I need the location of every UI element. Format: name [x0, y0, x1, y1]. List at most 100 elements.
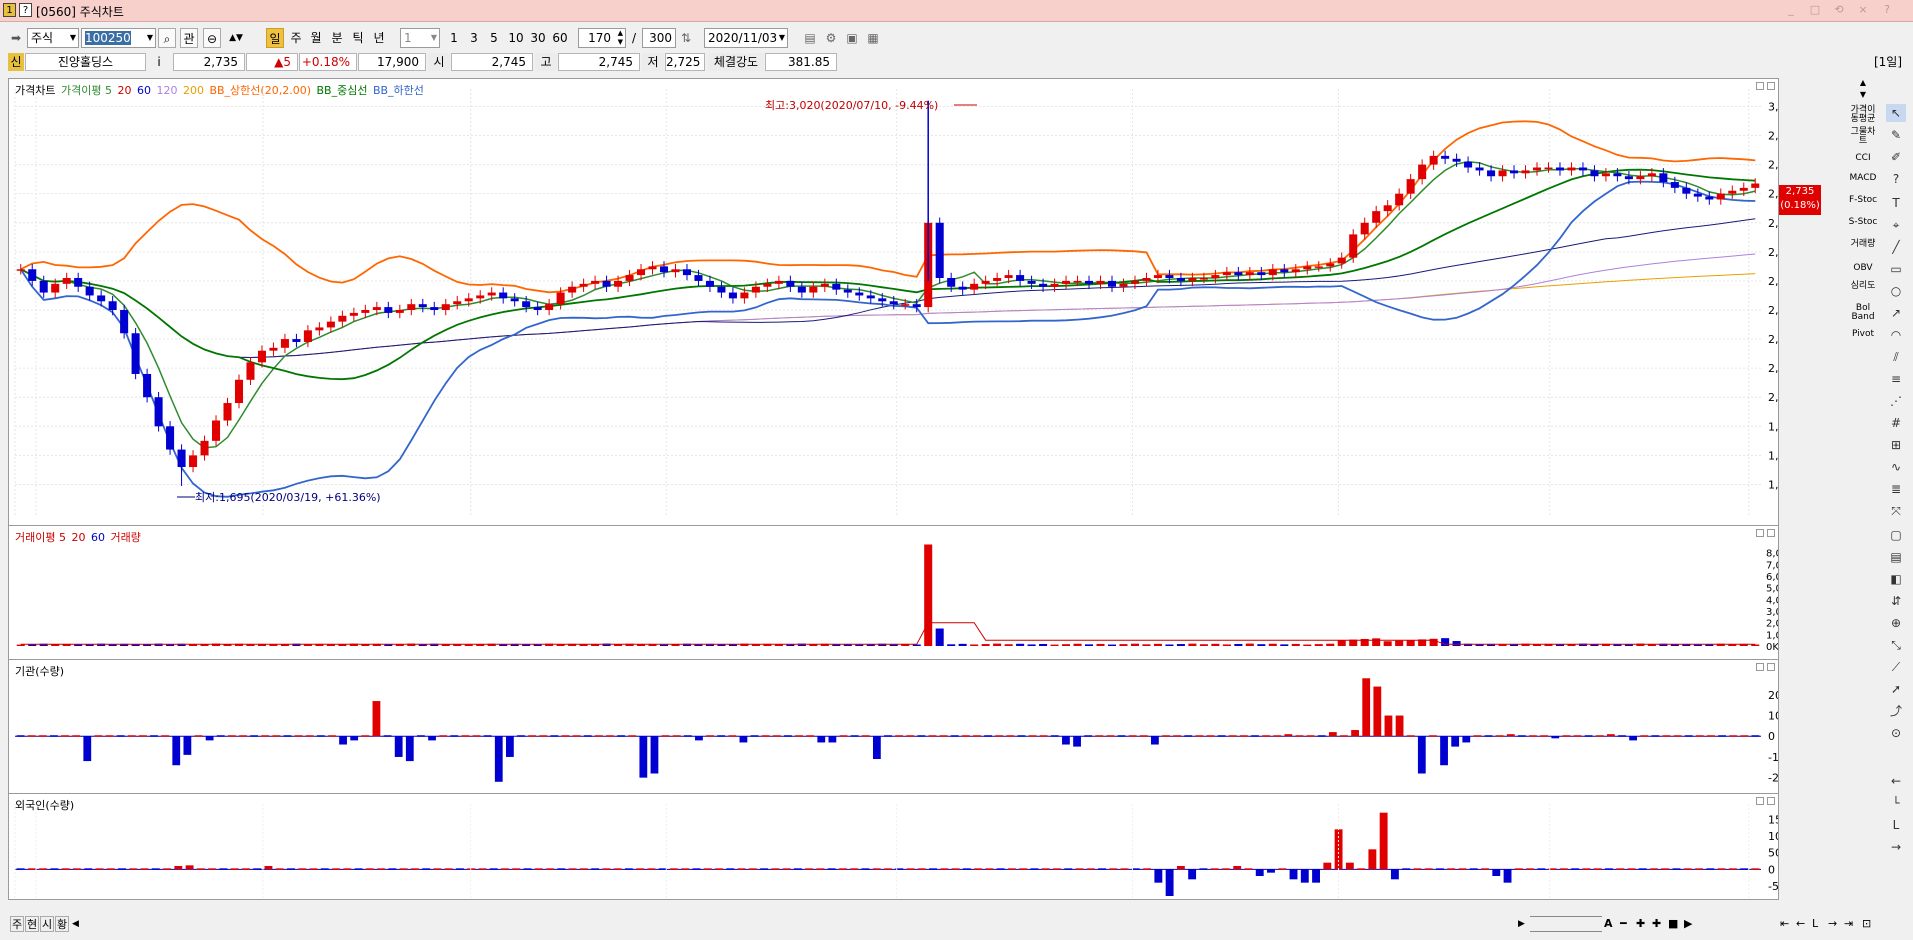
interval-3[interactable]: 3 — [466, 28, 482, 48]
indicator-bolband[interactable]: Bol Band — [1848, 304, 1878, 322]
scroll-down-icon[interactable]: ▼ — [1848, 90, 1878, 100]
forward-arrow-icon[interactable]: → — [1886, 838, 1906, 856]
eraser-icon[interactable]: ✎ — [1886, 126, 1906, 144]
scroll-icon[interactable]: ⊖ — [203, 28, 221, 48]
interval-5[interactable]: 5 — [486, 28, 502, 48]
period-button-tick[interactable]: 틱 — [349, 28, 367, 48]
total-count-field[interactable]: 300 — [642, 28, 676, 48]
gann-tool-icon[interactable]: ⊞ — [1886, 436, 1906, 454]
interval-60[interactable]: 60 — [550, 28, 570, 48]
fib-tool-icon[interactable]: ≡ — [1886, 370, 1906, 388]
interval-1[interactable]: 1 — [446, 28, 462, 48]
play-icon[interactable]: ▶ — [1684, 916, 1698, 932]
text-tool-icon[interactable]: T — [1886, 194, 1906, 212]
scale-icon[interactable]: ⤡ — [1886, 636, 1906, 654]
interval-select[interactable]: 1 ▼ — [400, 28, 440, 48]
print-icon[interactable]: ▤ — [801, 28, 819, 48]
tab-hwang[interactable]: 황 — [55, 916, 69, 932]
window-tool-icon[interactable]: ▢ — [1886, 526, 1906, 544]
spin-icon[interactable]: ▲ ▼ — [618, 29, 623, 47]
prev-icon[interactable]: ⇤ — [1780, 916, 1794, 932]
multi-eraser-icon[interactable]: ✐ — [1886, 148, 1906, 166]
info-button[interactable]: i — [150, 53, 168, 71]
close-button[interactable]: × — [1852, 2, 1874, 18]
cursor-icon[interactable]: ↖ — [1886, 104, 1906, 122]
crosshair-icon[interactable]: ⌖ — [1886, 216, 1906, 234]
foreign-panel[interactable]: 외국인(수량) 150,000100,00050,0000-50,000 — [8, 793, 1779, 900]
scroll-up-icon[interactable]: ▲ — [1848, 78, 1878, 88]
indicator-cci[interactable]: CCI — [1848, 154, 1878, 163]
scroll-right-icon[interactable]: ▶ — [1518, 916, 1528, 932]
font-size-icon[interactable]: A — [1604, 916, 1618, 932]
bottom-l-icon[interactable]: L — [1812, 916, 1826, 932]
horizontal-scrollbar[interactable] — [1530, 916, 1602, 932]
bottom-corner-icon[interactable]: L — [1886, 816, 1906, 834]
period-button-minute[interactable]: 분 — [328, 28, 346, 48]
window-help-button[interactable]: ? — [1876, 2, 1898, 18]
layout-icon[interactable]: ▦ — [864, 28, 882, 48]
link-icon[interactable]: ➡ — [6, 28, 26, 48]
indicator-pivot[interactable]: Pivot — [1848, 330, 1878, 339]
period-button-year[interactable]: 년 — [370, 28, 388, 48]
save-icon[interactable]: ▣ — [843, 28, 861, 48]
indicator-psych[interactable]: 심리도 — [1848, 282, 1878, 291]
trend-tool-icon[interactable]: ↗ — [1886, 304, 1906, 322]
stop-icon[interactable]: ■ — [1668, 916, 1682, 932]
volume-panel[interactable]: 거래이평 5 20 60 거래량 8,000K7,000K6,000K5,000… — [8, 525, 1779, 660]
memo-tool-icon[interactable]: ▤ — [1886, 548, 1906, 566]
search-icon[interactable]: ⌕ — [158, 28, 176, 48]
indicator-fstoc[interactable]: F-Stoc — [1848, 196, 1878, 205]
arrow-tool-icon[interactable]: ➚ — [1886, 680, 1906, 698]
curve-tool-icon[interactable]: ⤴ — [1886, 702, 1906, 720]
paint-tool-icon[interactable]: ◧ — [1886, 570, 1906, 588]
indicator-ma[interactable]: 가격이동평균 — [1848, 106, 1878, 124]
updown-stepper[interactable]: ▲▼ — [224, 28, 248, 48]
period-button-month[interactable]: 월 — [307, 28, 325, 48]
market-select[interactable]: 주식 ▼ — [27, 28, 79, 48]
tab-scroll-left-icon[interactable]: ◀ — [72, 916, 86, 932]
interval-30[interactable]: 30 — [528, 28, 548, 48]
zoom-in-icon[interactable]: ✚ — [1636, 916, 1650, 932]
back-arrow-icon[interactable]: ← — [1886, 772, 1906, 790]
period-button-day[interactable]: 일 — [266, 28, 284, 48]
indicator-net[interactable]: 그물차트 — [1848, 128, 1878, 146]
wave-tool-icon[interactable]: ∿ — [1886, 458, 1906, 476]
restore-button[interactable]: ⟲ — [1828, 2, 1850, 18]
back-icon[interactable]: ← — [1796, 916, 1810, 932]
fit-icon[interactable]: ⊡ — [1862, 916, 1876, 932]
next-icon[interactable]: ⇥ — [1844, 916, 1858, 932]
indicator-macd[interactable]: MACD — [1848, 174, 1878, 183]
zoom-in-plus-icon[interactable]: ✚ — [1652, 916, 1666, 932]
app-icon[interactable]: 1 — [3, 3, 16, 17]
help-icon[interactable]: ? — [19, 3, 32, 17]
ray-icon[interactable]: ⟋ — [1886, 658, 1906, 676]
arc-tool-icon[interactable]: ◠ — [1886, 326, 1906, 344]
indicator-obv[interactable]: OBV — [1848, 264, 1878, 273]
indicator-sstoc[interactable]: S-Stoc — [1848, 218, 1878, 227]
buy-sell-icon[interactable]: ⇵ — [1886, 592, 1906, 610]
stock-code-input[interactable]: 100250 ▼ — [81, 28, 156, 48]
date-select[interactable]: 2020/11/03 ▼ — [704, 28, 788, 48]
speed-line-icon[interactable]: ≣ — [1886, 480, 1906, 498]
gwan-button[interactable]: 관 — [180, 28, 198, 48]
interval-10[interactable]: 10 — [506, 28, 526, 48]
settings-icon[interactable]: ⚙ — [822, 28, 840, 48]
help-tool-icon[interactable]: ? — [1886, 170, 1906, 188]
measure-tool-icon[interactable]: ⊙ — [1886, 724, 1906, 742]
price-chart-panel[interactable]: 가격차트 가격이평 5 20 60 120 200 BB_상한선(20,2.00… — [8, 78, 1779, 538]
indicator-volume[interactable]: 거래량 — [1848, 240, 1878, 249]
zoom-out-icon[interactable]: ━ — [1620, 916, 1634, 932]
line-tool-icon[interactable]: ╱ — [1886, 238, 1906, 256]
tab-hyeon[interactable]: 현 — [25, 916, 39, 932]
tab-ju[interactable]: 주 — [10, 916, 24, 932]
maximize-button[interactable]: □ — [1804, 2, 1826, 18]
circle-tool-icon[interactable]: ○ — [1886, 282, 1906, 300]
auto-line-icon[interactable]: ⤧ — [1886, 502, 1906, 520]
adjust-icon[interactable]: ⇅ — [678, 28, 694, 48]
corner-icon[interactable]: └ — [1886, 794, 1906, 812]
grid-tool-icon[interactable]: # — [1886, 414, 1906, 432]
channel-tool-icon[interactable]: ⫽ — [1886, 348, 1906, 366]
count-input[interactable]: 170 ▲ ▼ — [578, 28, 626, 48]
fan-tool-icon[interactable]: ⋰ — [1886, 392, 1906, 410]
tab-si[interactable]: 시 — [40, 916, 54, 932]
